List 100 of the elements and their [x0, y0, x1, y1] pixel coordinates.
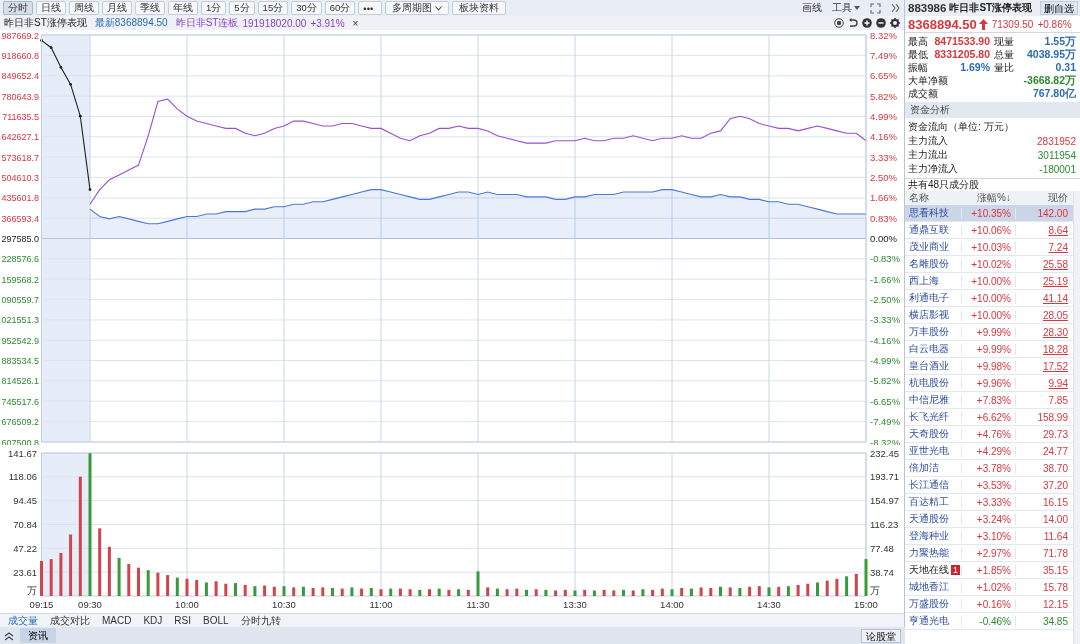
- period-tab[interactable]: 日线: [36, 1, 66, 15]
- axis-label: 297585.0: [1, 234, 39, 244]
- stock-row[interactable]: 登海种业 +3.10% 11.64: [905, 528, 1073, 545]
- indicator-tab[interactable]: BOLL: [203, 615, 229, 626]
- stock-row[interactable]: 万盛股份 +0.16% 12.15: [905, 596, 1073, 613]
- stock-row[interactable]: 长飞光纤 +6.62% 158.99: [905, 409, 1073, 426]
- stock-row[interactable]: 亚世光电 +4.29% 24.77: [905, 443, 1073, 460]
- stock-row[interactable]: 天通股份 +3.24% 14.00: [905, 511, 1073, 528]
- change-percent: +10.00%: [961, 309, 1015, 321]
- stock-row[interactable]: 倍加洁 +3.78% 38.70: [905, 460, 1073, 477]
- sector-info-button[interactable]: 板块资料: [452, 1, 507, 15]
- indicator-tab[interactable]: KDJ: [143, 615, 163, 626]
- axis-label: 5.82%: [870, 90, 897, 102]
- period-tab[interactable]: 分时: [3, 1, 33, 15]
- notice-badge: 1: [951, 565, 960, 575]
- indicator-tab[interactable]: 成交量: [8, 613, 38, 628]
- stock-row[interactable]: 杭电股份 +9.96% 9.94: [905, 375, 1073, 392]
- draw-button[interactable]: 画线: [802, 1, 822, 15]
- stock-row[interactable]: 通鼎互联 +10.06% 8.64: [905, 222, 1073, 239]
- unit-label: 万: [27, 585, 37, 596]
- stock-name: 白云电器: [909, 342, 949, 356]
- time-label: 10:30: [272, 599, 296, 610]
- indicator-tab[interactable]: MACD: [102, 615, 132, 626]
- stock-name: 皇台酒业: [909, 359, 949, 373]
- stock-row[interactable]: 皇台酒业 +9.98% 17.52: [905, 358, 1073, 375]
- stock-row[interactable]: 天奇股份 +4.76% 29.73: [905, 426, 1073, 443]
- stock-row[interactable]: 百达精工 +3.33% 16.15: [905, 494, 1073, 511]
- axis-label: 090559.7: [1, 295, 39, 306]
- forum-button[interactable]: 论股堂: [861, 628, 901, 643]
- period-tab[interactable]: 15分: [257, 1, 289, 15]
- stock-row[interactable]: 利通电子 +10.00% 41.14: [905, 290, 1073, 307]
- column-header[interactable]: 涨幅%↓: [961, 191, 1015, 205]
- period-tab[interactable]: 年线: [168, 1, 198, 15]
- change-percent: +10.35%: [961, 207, 1015, 219]
- stat-value: 8471533.90: [934, 35, 990, 48]
- axis-label: 780643.9: [1, 91, 39, 102]
- period-tab[interactable]: 季线: [135, 1, 165, 15]
- stat-value: 1.55万: [1044, 35, 1076, 48]
- stock-row[interactable]: 名雕股份 +10.02% 25.58: [905, 256, 1073, 273]
- stock-name: 天地在线: [909, 563, 949, 577]
- tools-dropdown[interactable]: 工具: [832, 1, 860, 15]
- stat-label: 现量: [994, 35, 1014, 48]
- flow-label: 主力流出: [908, 148, 948, 162]
- time-label: 09:15: [29, 599, 54, 610]
- remove-watchlist-button[interactable]: 删自选: [1040, 1, 1078, 15]
- stock-row[interactable]: 思看科技 +10.35% 142.00: [905, 205, 1073, 222]
- change-percent: +9.99%: [961, 326, 1015, 338]
- change-percent: +10.00%: [961, 275, 1015, 287]
- stock-name: 通鼎互联: [909, 223, 949, 237]
- period-tab[interactable]: 5分: [229, 1, 255, 15]
- axis-label: 4.99%: [870, 110, 897, 122]
- change-percent: +10.00%: [961, 292, 1015, 304]
- close-button[interactable]: ×: [348, 17, 359, 29]
- indicator-tab[interactable]: 成交对比: [50, 613, 90, 628]
- stat-value: 4038.95万: [1027, 48, 1076, 61]
- axis-label: 47.22: [13, 542, 37, 554]
- stock-name: 万盛股份: [909, 597, 949, 611]
- axis-label: -5.82%: [870, 375, 901, 387]
- stock-row[interactable]: 白云电器 +9.99% 18.28: [905, 341, 1073, 358]
- period-tab[interactable]: 周线: [69, 1, 99, 15]
- change-percent: +2.97%: [961, 547, 1015, 559]
- stock-row[interactable]: 中信尼雅 +7.83% 7.85: [905, 392, 1073, 409]
- axis-label: 883534.5: [1, 356, 39, 367]
- axis-label: 232.45: [870, 447, 900, 459]
- stock-name: 杭电股份: [909, 376, 949, 390]
- axis-label: 7.49%: [870, 49, 897, 61]
- axis-label: -3.33%: [870, 314, 901, 326]
- period-tab[interactable]: 30分: [291, 1, 322, 15]
- stock-row[interactable]: 长江通信 +3.53% 37.20: [905, 477, 1073, 494]
- multi-period-dropdown[interactable]: 多周期图: [385, 1, 450, 15]
- news-tab[interactable]: 资讯: [20, 628, 56, 643]
- change-percent: +1.85%: [961, 564, 1015, 576]
- stock-row[interactable]: 茂业商业 +10.03% 7.24: [905, 239, 1073, 256]
- axis-label: -4.16%: [870, 334, 901, 346]
- time-label: 11:30: [466, 599, 490, 610]
- stat-label: 振幅: [908, 61, 928, 74]
- stock-name: 茂业商业: [909, 240, 949, 254]
- stock-code: 883986: [908, 2, 947, 14]
- stock-row[interactable]: 天地在线 1 +1.85% 35.15: [905, 562, 1073, 579]
- axis-label: 6.65%: [870, 70, 897, 82]
- stock-row[interactable]: 城地香江 +1.02% 15.78: [905, 579, 1073, 596]
- indicator-tab[interactable]: 分时九转: [240, 613, 281, 628]
- stock-row[interactable]: 西上海 +10.00% 25.19: [905, 273, 1073, 290]
- period-tab[interactable]: •••: [358, 1, 383, 15]
- stock-row[interactable]: 横店影视 +10.00% 28.05: [905, 307, 1073, 324]
- axis-label: 77.48: [870, 542, 894, 554]
- column-header: 现价: [1047, 191, 1069, 205]
- stat-value: 1.69%: [960, 61, 990, 74]
- indicator-tab[interactable]: RSI: [174, 615, 192, 626]
- axis-label: 0.00%: [870, 233, 897, 244]
- stock-row[interactable]: 万丰股份 +9.99% 28.30: [905, 324, 1073, 341]
- flow-value: 2831952: [1037, 135, 1076, 147]
- stock-row[interactable]: 力聚热能 +2.97% 71.78: [905, 545, 1073, 562]
- period-tab[interactable]: 60分: [324, 1, 356, 15]
- time-label: 13:30: [563, 599, 587, 610]
- period-tab[interactable]: 1分: [201, 1, 227, 15]
- axis-label: 3.33%: [870, 151, 897, 163]
- period-tab[interactable]: 月线: [102, 1, 132, 15]
- change-percent: +4.76%: [961, 428, 1015, 440]
- change-percent: +0.16%: [961, 598, 1015, 610]
